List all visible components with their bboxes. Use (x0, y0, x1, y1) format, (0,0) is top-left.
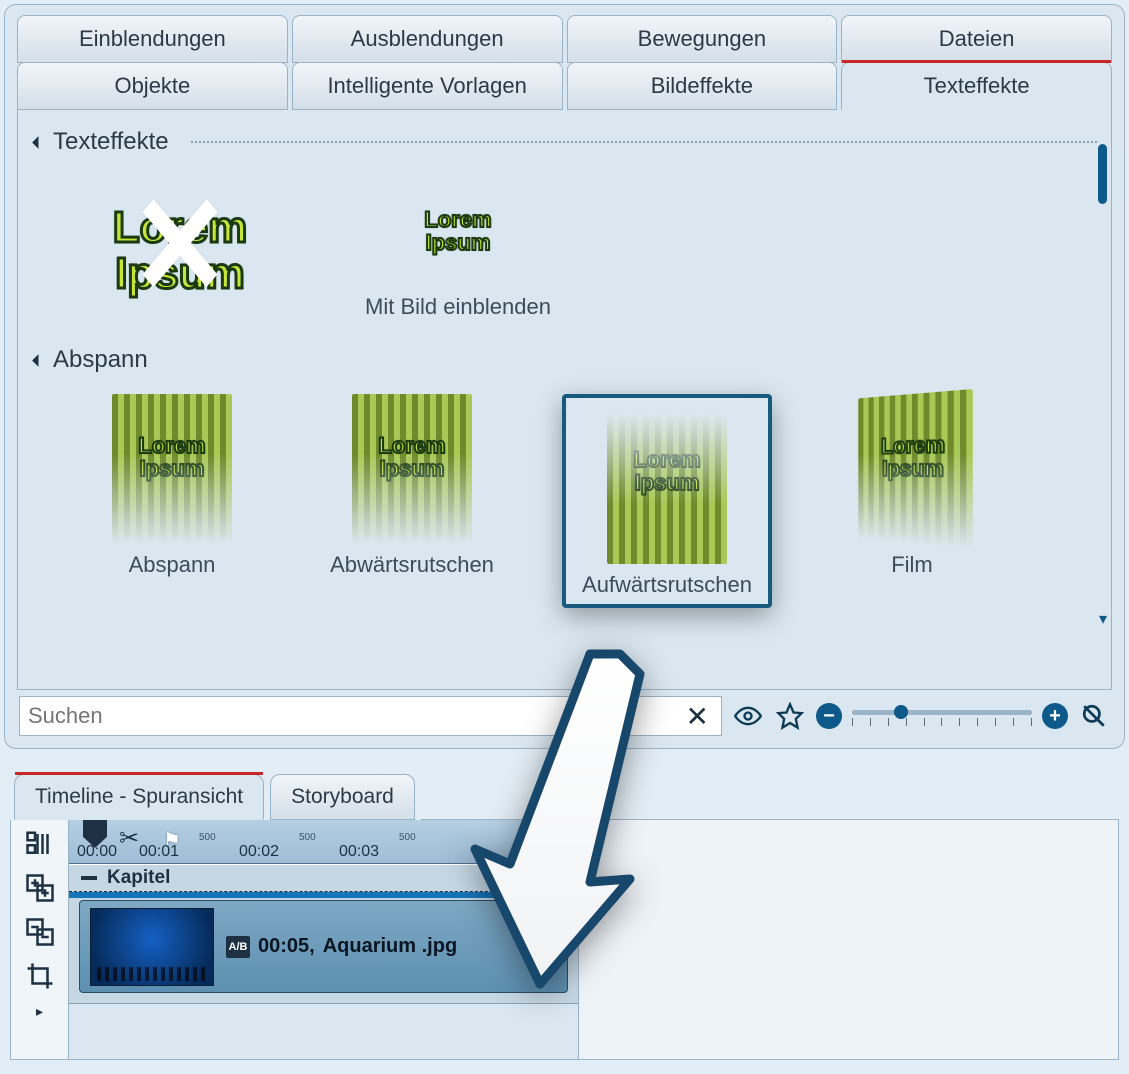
timeline-panel: Timeline - Spuransicht Storyboard ▸ ✂ ⚑ (10, 774, 1119, 1060)
thumb-label: Abwärtsrutschen (330, 552, 494, 578)
effects-content: Texteffekte LoremIpsum ✕ LoremIpsum Mit (17, 110, 1112, 690)
clip-filename: Aquarium .jpg (323, 935, 457, 958)
collapse-triangle-icon[interactable] (32, 354, 45, 367)
thumb-abwaertsrutschen[interactable]: LoremIpsum Abwärtsrutschen (312, 394, 512, 608)
star-icon[interactable] (774, 700, 806, 732)
thumb-abspann[interactable]: LoremIpsum Abspann (82, 394, 262, 608)
thumb-label: Aufwärtsrutschen (582, 572, 752, 598)
sample-text: LoremIpsum (424, 208, 491, 254)
clip-duration: 00:05, (258, 935, 315, 958)
tool-more-icon[interactable]: ▸ (20, 1002, 60, 1020)
timeline-main: ✂ ⚑ 00:00 00:01 500 00:02 500 00:03 500 … (69, 820, 579, 1059)
section-divider (191, 141, 1097, 143)
tab-ausblendungen[interactable]: Ausblendungen (292, 15, 563, 63)
thumb-label: Abspann (129, 552, 216, 578)
search-toolbar: ✕ − + (17, 696, 1112, 736)
ruler-tick: 00:01 (139, 843, 179, 861)
zoom-in-button[interactable]: + (1042, 703, 1068, 729)
tab-row-2: Objekte Intelligente Vorlagen Bildeffekt… (17, 62, 1112, 110)
clip-info: A/B 00:05, Aquarium .jpg (226, 935, 457, 958)
timeline-tabs: Timeline - Spuransicht Storyboard (14, 774, 1119, 820)
search-input[interactable] (28, 703, 682, 729)
collapse-minus-icon[interactable] (81, 876, 97, 880)
clip-aquarium[interactable]: A/B 00:05, Aquarium .jpg (79, 900, 568, 993)
texteffekte-thumbs: LoremIpsum ✕ LoremIpsum Mit Bild einblen… (32, 170, 1097, 346)
section-header-abspann[interactable]: Abspann (32, 346, 1097, 374)
ruler-tick: 00:02 (239, 843, 279, 861)
tab-storyboard[interactable]: Storyboard (270, 774, 415, 820)
sample-text: LoremIpsum (633, 448, 700, 494)
tool-crop-icon[interactable] (20, 958, 60, 994)
scrollbar-thumb[interactable] (1098, 144, 1107, 204)
tab-texteffekte[interactable]: Texteffekte (841, 62, 1112, 110)
ruler-minor: 500 (199, 832, 216, 843)
section-header-texteffekte[interactable]: Texteffekte (32, 128, 1097, 156)
ruler-tick: 00:00 (77, 843, 117, 861)
eye-icon[interactable] (732, 700, 764, 732)
zoom-slider[interactable] (852, 702, 1032, 730)
tab-row-1: Einblendungen Ausblendungen Bewegungen D… (17, 15, 1112, 63)
thumb-none[interactable]: LoremIpsum ✕ (50, 176, 310, 326)
timeline-ruler[interactable]: ✂ ⚑ 00:00 00:01 500 00:02 500 00:03 500 (69, 820, 578, 864)
tab-einblendungen[interactable]: Einblendungen (17, 15, 288, 63)
thumb-film[interactable]: LoremIpsum Film (822, 394, 1002, 608)
thumb-mit-bild-einblenden[interactable]: LoremIpsum Mit Bild einblenden (348, 176, 568, 326)
search-field[interactable]: ✕ (19, 696, 722, 736)
tool-add-track-icon[interactable] (20, 870, 60, 906)
zoom-reset-icon[interactable] (1078, 700, 1110, 732)
ruler-tick: 00:03 (339, 843, 379, 861)
collapse-triangle-icon[interactable] (32, 136, 45, 149)
effects-browser-panel: Einblendungen Ausblendungen Bewegungen D… (4, 4, 1125, 749)
clip-track[interactable]: A/B 00:05, Aquarium .jpg (69, 892, 578, 1004)
tab-intelligente-vorlagen[interactable]: Intelligente Vorlagen (292, 62, 563, 110)
thumb-aufwaertsrutschen[interactable]: LoremIpsum Aufwärtsrutschen (562, 394, 772, 608)
tab-dateien[interactable]: Dateien (841, 15, 1112, 63)
abspann-thumbs: LoremIpsum Abspann LoremIpsum Abwärtsrut… (32, 388, 1097, 628)
tool-remove-track-icon[interactable] (20, 914, 60, 950)
section-title: Abspann (53, 346, 148, 374)
thumb-label: Mit Bild einblenden (365, 294, 551, 320)
chapter-header[interactable]: Kapitel (69, 864, 578, 892)
zoom-out-button[interactable]: − (816, 703, 842, 729)
zoom-slider-knob[interactable] (894, 705, 908, 719)
timeline-toolbar: ▸ (11, 820, 69, 1059)
ruler-minor: 500 (299, 832, 316, 843)
tab-bewegungen[interactable]: Bewegungen (567, 15, 838, 63)
timeline-body: ▸ ✂ ⚑ 00:00 00:01 500 00:02 500 00:03 50… (10, 820, 1119, 1060)
ab-icon: A/B (226, 936, 250, 958)
tool-tracks-icon[interactable] (20, 826, 60, 862)
clear-search-icon[interactable]: ✕ (682, 700, 713, 733)
tab-objekte[interactable]: Objekte (17, 62, 288, 110)
section-title: Texteffekte (53, 128, 169, 156)
sample-text: LoremIpsum (138, 434, 205, 480)
scissors-icon[interactable]: ✂ (119, 824, 139, 853)
scrollbar-down-icon[interactable]: ▾ (1099, 609, 1107, 629)
sample-text: LoremIpsum (881, 433, 945, 481)
tab-bildeffekte[interactable]: Bildeffekte (567, 62, 838, 110)
scrollbar[interactable]: ▾ (1093, 128, 1107, 629)
tab-timeline-spuransicht[interactable]: Timeline - Spuransicht (14, 774, 264, 820)
timeline-empty-area (579, 820, 1118, 1059)
chapter-label: Kapitel (107, 867, 170, 889)
clip-thumbnail (90, 908, 214, 986)
thumb-label: Film (891, 552, 933, 578)
ruler-minor: 500 (399, 832, 416, 843)
sample-text: LoremIpsum (113, 205, 247, 297)
sample-text: LoremIpsum (378, 434, 445, 480)
